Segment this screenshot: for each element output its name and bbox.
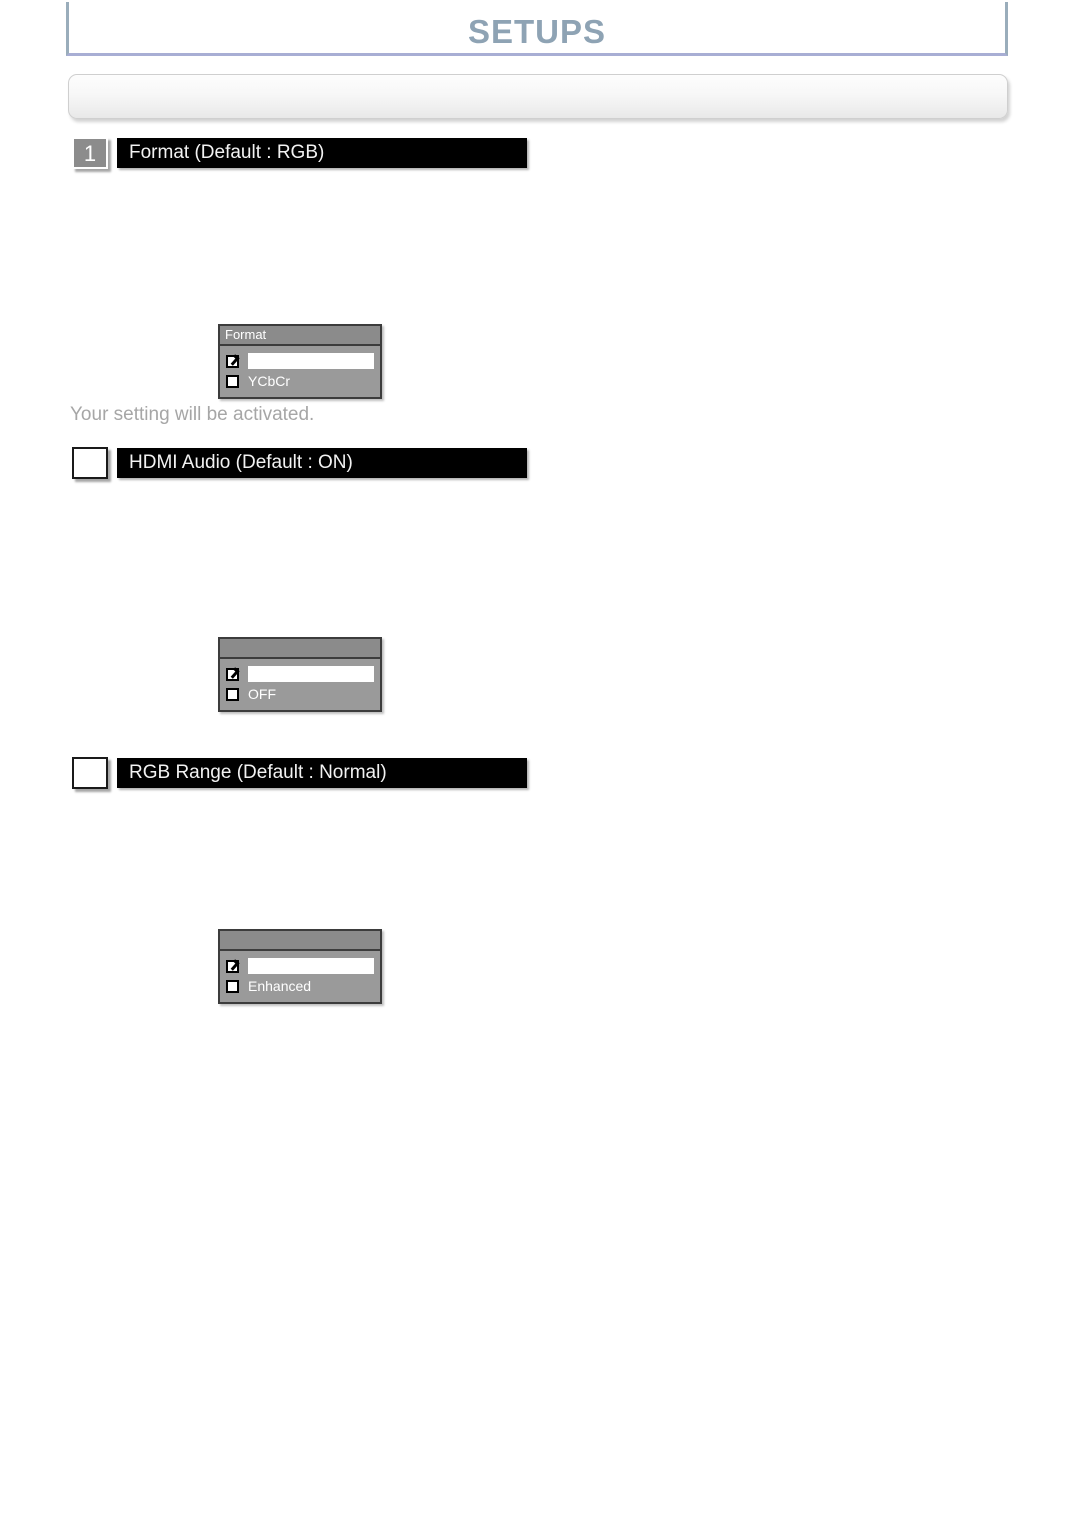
section-number-badge-2 [72, 447, 108, 479]
osd-body-rgb-range: Enhanced [220, 951, 380, 1002]
checkbox-checked-icon[interactable] [226, 959, 239, 973]
osd-option-label-on [248, 666, 374, 682]
osd-title-bar-format: Format [220, 326, 380, 346]
checkbox-checked-icon[interactable] [226, 667, 239, 681]
osd-option-label-normal [248, 958, 374, 974]
checkbox-unchecked-icon[interactable] [226, 374, 239, 388]
section-number-badge-3 [72, 757, 108, 789]
checkbox-checked-icon[interactable] [226, 354, 239, 368]
section-title-format: Format (Default : RGB) [129, 142, 325, 163]
section-title-bar-rgb-range: RGB Range (Default : Normal) [117, 758, 527, 788]
section-title-bar-format: Format (Default : RGB) [117, 138, 527, 168]
page-header: SETUPS [66, 2, 1008, 56]
section-number-badge-1: 1 [72, 137, 108, 169]
osd-title-text-format: Format [225, 327, 267, 342]
osd-dialog-rgb-range: Enhanced [218, 929, 382, 1004]
osd-option-label-rgb [248, 353, 374, 369]
subtitle-bar [68, 74, 1008, 119]
checkbox-unchecked-icon[interactable] [226, 979, 239, 993]
osd-dialog-format: Format YCbCr [218, 324, 382, 399]
section-title-bar-hdmi-audio: HDMI Audio (Default : ON) [117, 448, 527, 478]
osd-option-off[interactable]: OFF [226, 684, 374, 704]
osd-option-enhanced[interactable]: Enhanced [226, 976, 374, 996]
checkbox-unchecked-icon[interactable] [226, 687, 239, 701]
page-title: SETUPS [467, 13, 607, 50]
section-title-rgb-range: RGB Range (Default : Normal) [129, 762, 387, 783]
osd-option-rgb[interactable] [226, 351, 374, 371]
osd-title-bar-rgb-range [220, 931, 380, 951]
osd-body-format: YCbCr [220, 346, 380, 397]
osd-option-label-off: OFF [248, 686, 276, 702]
osd-option-label-enhanced: Enhanced [248, 978, 312, 994]
osd-option-ycbcr[interactable]: YCbCr [226, 371, 374, 391]
osd-option-on[interactable] [226, 664, 374, 684]
section-title-hdmi-audio: HDMI Audio (Default : ON) [129, 452, 353, 473]
osd-title-bar-hdmi-audio [220, 639, 380, 659]
osd-option-normal[interactable] [226, 956, 374, 976]
osd-option-label-ycbcr: YCbCr [248, 373, 291, 389]
osd-body-hdmi-audio: OFF [220, 659, 380, 710]
osd-dialog-hdmi-audio: OFF [218, 637, 382, 712]
note-format: Your setting will be activated. [70, 404, 315, 425]
